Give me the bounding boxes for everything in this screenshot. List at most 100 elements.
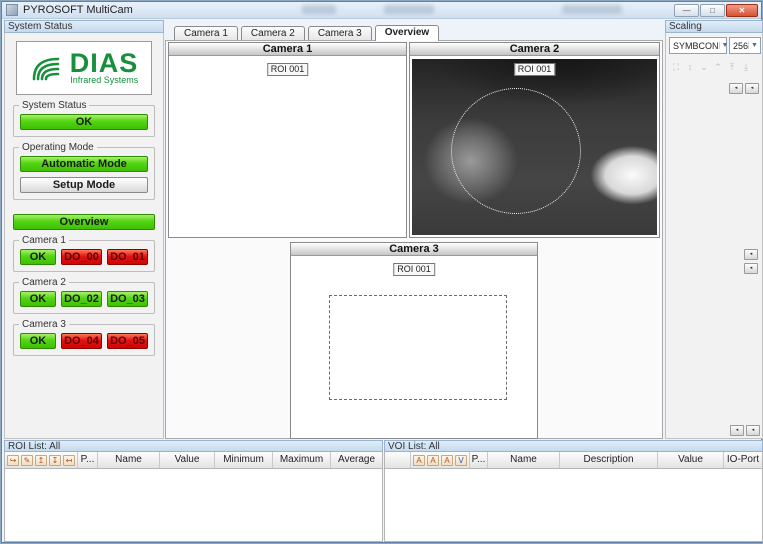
overview-button[interactable]: Overview [13, 214, 155, 230]
voi-value-icon[interactable]: V [455, 455, 467, 466]
dias-logo: DIAS Infrared Systems [16, 41, 152, 95]
titlebar-background-blur [384, 5, 434, 14]
roi-move-down-icon[interactable]: ↧ [49, 455, 61, 466]
camera1-roi-label: ROI 001 [267, 63, 309, 76]
voi-col-p[interactable]: P... [470, 452, 488, 468]
roi-list-body[interactable] [4, 469, 383, 542]
camera3-view[interactable]: Camera 3 ROI 001 [290, 242, 538, 439]
camera2-roi-circle[interactable] [451, 88, 581, 214]
roi-col-minimum[interactable]: Minimum [215, 452, 273, 468]
voi-list-column-header: A A A V P... Name Description Value IO-P… [384, 452, 763, 469]
window-title: PYROSOFT MultiCam [23, 4, 133, 16]
app-window: PYROSOFT MultiCam — □ ✕ System Status [1, 1, 762, 543]
camera2-roi-label: ROI 001 [514, 63, 556, 76]
bottom-spinner-right-button[interactable]: ◂ [746, 425, 760, 436]
voi-list-panel: VOI List: All A A A V P... Name Descript… [384, 440, 763, 543]
tab-camera-3[interactable]: Camera 3 [308, 26, 372, 40]
voi-col-value[interactable]: Value [658, 452, 724, 468]
voi-list-body[interactable] [384, 469, 763, 542]
scale-spinner-right-button[interactable]: ◂ [745, 83, 759, 94]
voi-edit-icon[interactable]: A [427, 455, 439, 466]
roi-list-header: ROI List: All [4, 440, 383, 452]
roi-col-average[interactable]: Average [331, 452, 382, 468]
scale-spinner-left-button[interactable]: ◂ [729, 83, 743, 94]
camera3-group-label: Camera 3 [19, 319, 69, 330]
palette-dropdown-value: SYMBCON [673, 41, 719, 51]
camera2-status-group: Camera 2 OK DO_02 DO_03 [13, 282, 155, 314]
voi-col-name[interactable]: Name [488, 452, 560, 468]
camera2-do02-indicator[interactable]: DO_02 [61, 291, 102, 307]
roi-col-p[interactable]: P... [78, 452, 98, 468]
palette-dropdown[interactable]: SYMBCON ▼ [669, 37, 727, 54]
titlebar-background-blur [302, 5, 336, 14]
operating-mode-group-label: Operating Mode [19, 142, 97, 153]
roi-list-panel: ROI List: All ↪ ✎ ↥ ↧ ↤ P... Name Value … [4, 440, 383, 543]
camera2-thermal-image[interactable]: ROI 001 [412, 59, 657, 235]
roi-col-value[interactable]: Value [160, 452, 215, 468]
scaling-panel: Scaling SYMBCON ▼ 256 ▼ ⛶ ↕ ⌄ ⌃ ⤒ ⤓ [665, 20, 763, 440]
camera1-ok-indicator[interactable]: OK [20, 249, 56, 265]
camera1-view[interactable]: Camera 1 ROI 001 [168, 42, 407, 238]
range-lower-spinner-button[interactable]: ◂ [744, 263, 758, 274]
voi-list-header: VOI List: All [384, 440, 763, 452]
close-button[interactable]: ✕ [726, 4, 758, 17]
tab-camera-2[interactable]: Camera 2 [241, 26, 305, 40]
system-status-panel: System Status DIAS Infrared Systems [4, 20, 164, 440]
roi-move-up-icon[interactable]: ↥ [35, 455, 47, 466]
system-status-ok-indicator[interactable]: OK [20, 114, 148, 130]
app-icon [6, 4, 18, 16]
camera3-thermal-image[interactable]: ROI 001 [293, 259, 535, 436]
camera3-status-group: Camera 3 OK DO_04 DO_05 [13, 324, 155, 356]
scale-lower-limit-icon[interactable]: ⤓ [741, 62, 751, 73]
camera2-view-title: Camera 2 [410, 43, 659, 56]
camera2-ok-indicator[interactable]: OK [20, 291, 56, 307]
camera3-do05-indicator[interactable]: DO_05 [107, 333, 148, 349]
scale-edit-icon[interactable]: ⛶ [671, 62, 681, 73]
title-bar: PYROSOFT MultiCam — □ ✕ [2, 2, 761, 19]
roi-col-name[interactable]: Name [98, 452, 160, 468]
camera3-ok-indicator[interactable]: OK [20, 333, 56, 349]
camera1-do01-indicator[interactable]: DO_01 [107, 249, 148, 265]
tab-overview[interactable]: Overview [375, 25, 439, 41]
camera2-do03-indicator[interactable]: DO_03 [107, 291, 148, 307]
camera1-thermal-image[interactable]: ROI 001 [171, 59, 404, 235]
system-status-group: System Status OK [13, 105, 155, 137]
logo-brand-text: DIAS [70, 48, 139, 78]
voi-add-icon[interactable]: A [413, 455, 425, 466]
camera2-group-label: Camera 2 [19, 277, 69, 288]
operating-mode-group: Operating Mode Automatic Mode Setup Mode [13, 147, 155, 200]
roi-add-icon[interactable]: ↪ [7, 455, 19, 466]
scale-upper-limit-icon[interactable]: ⤒ [727, 62, 737, 73]
maximize-button[interactable]: □ [700, 4, 725, 17]
voi-list-toolbar: A A A V [411, 452, 470, 468]
logo-subtitle-text: Infrared Systems [70, 75, 139, 85]
roi-delete-icon[interactable]: ↤ [63, 455, 75, 466]
setup-mode-button[interactable]: Setup Mode [20, 177, 148, 193]
camera2-view[interactable]: Camera 2 ROI 001 [409, 42, 660, 238]
camera1-roi-rectangle[interactable] [187, 89, 392, 219]
roi-list-toolbar: ↪ ✎ ↥ ↧ ↤ [5, 452, 78, 468]
camera1-do00-indicator[interactable]: DO_00 [61, 249, 102, 265]
scale-updown-icon[interactable]: ↕ [685, 62, 695, 73]
scaling-panel-header: Scaling [665, 20, 763, 33]
roi-col-maximum[interactable]: Maximum [273, 452, 331, 468]
tab-camera-1[interactable]: Camera 1 [174, 26, 238, 40]
roi-edit-icon[interactable]: ✎ [21, 455, 33, 466]
camera3-do04-indicator[interactable]: DO_04 [61, 333, 102, 349]
camera3-roi-rectangle[interactable] [329, 295, 507, 400]
voi-list-indent [385, 452, 411, 468]
scale-min-icon[interactable]: ⌄ [699, 62, 709, 73]
levels-dropdown-value: 256 [733, 41, 748, 51]
levels-dropdown[interactable]: 256 ▼ [729, 37, 761, 54]
minimize-button[interactable]: — [674, 4, 699, 17]
scale-max-icon[interactable]: ⌃ [713, 62, 723, 73]
voi-col-ioport[interactable]: IO-Port [724, 452, 762, 468]
range-upper-spinner-button[interactable]: ◂ [744, 249, 758, 260]
chevron-down-icon[interactable]: ▼ [748, 42, 760, 49]
voi-list-icon[interactable]: A [441, 455, 453, 466]
automatic-mode-button[interactable]: Automatic Mode [20, 156, 148, 172]
camera3-view-title: Camera 3 [291, 243, 537, 256]
bottom-spinner-left-button[interactable]: ◂ [730, 425, 744, 436]
voi-col-description[interactable]: Description [560, 452, 658, 468]
camera1-view-title: Camera 1 [169, 43, 406, 56]
